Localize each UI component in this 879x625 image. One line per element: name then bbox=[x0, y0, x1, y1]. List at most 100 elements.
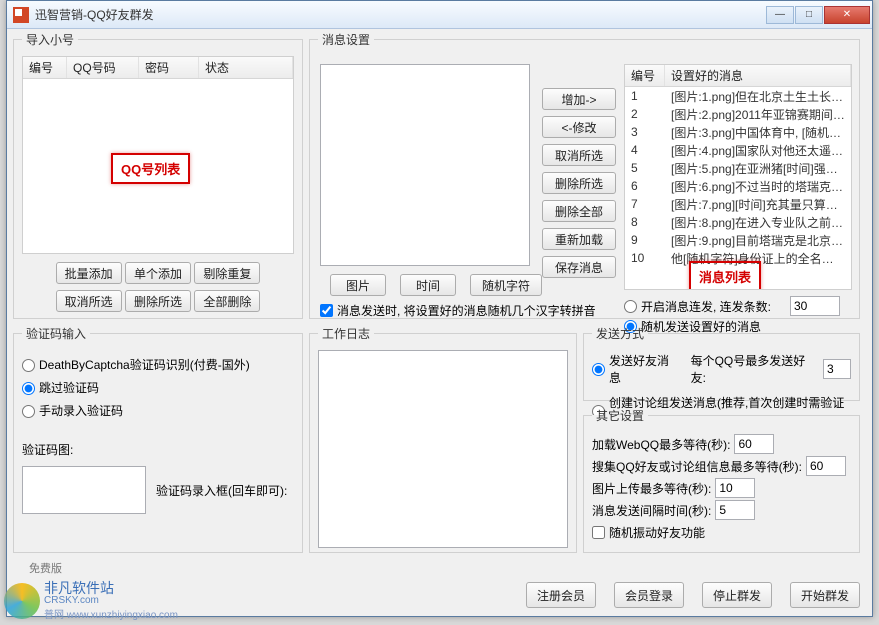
sendmode-group: 发送方式 发送好友消息 每个QQ号最多发送好友: 创建讨论组发送消息(推荐,首次… bbox=[583, 325, 860, 401]
captcha-skip-radio[interactable] bbox=[22, 382, 35, 395]
table-row[interactable]: 3[图片:3.png]中国体育中, [随机… bbox=[625, 123, 851, 141]
msg-row-text: [图片:7.png][时间]充其量只算… bbox=[665, 196, 851, 213]
upload-wait-label: 图片上传最多等待(秒): bbox=[592, 480, 711, 497]
log-group: 工作日志 bbox=[309, 325, 577, 553]
footer: 注册会员 会员登录 停止群发 开始群发 bbox=[526, 582, 860, 608]
table-row[interactable]: 1[图片:1.png]但在北京土生土长… bbox=[625, 87, 851, 105]
captcha-manual-radio[interactable] bbox=[22, 405, 35, 418]
table-row[interactable]: 7[图片:7.png][时间]充其量只算… bbox=[625, 195, 851, 213]
shake-check-label[interactable]: 随机振动好友功能 bbox=[592, 524, 705, 541]
qq-list-overlay: QQ号列表 bbox=[111, 153, 190, 184]
msg-row-no: 10 bbox=[625, 251, 665, 265]
close-button[interactable]: ✕ bbox=[824, 6, 870, 24]
table-row[interactable]: 5[图片:5.png]在亚洲猪[时间]强… bbox=[625, 159, 851, 177]
msg-row-no: 2 bbox=[625, 107, 665, 121]
table-row[interactable]: 6[图片:6.png]不过当时的塔瑞克… bbox=[625, 177, 851, 195]
msg-row-text: [图片:8.png]在进入专业队之前… bbox=[665, 214, 851, 231]
continuous-count-input[interactable] bbox=[790, 296, 840, 316]
table-row[interactable]: 8[图片:8.png]在进入专业队之前… bbox=[625, 213, 851, 231]
collect-wait-label: 搜集QQ好友或讨论组信息最多等待(秒): bbox=[592, 458, 802, 475]
sendmode-legend: 发送方式 bbox=[592, 325, 648, 342]
delete-all-button[interactable]: 全部删除 bbox=[194, 290, 260, 312]
login-button[interactable]: 会员登录 bbox=[614, 582, 684, 608]
unselect-button[interactable]: 取消所选 bbox=[56, 290, 122, 312]
insert-rand-button[interactable]: 随机字符 bbox=[470, 274, 542, 296]
titlebar[interactable]: 迅智营销-QQ好友群发 — □ ✕ bbox=[7, 1, 872, 29]
batch-add-button[interactable]: 批量添加 bbox=[56, 262, 122, 284]
sendmode-friend-label[interactable]: 发送好友消息 bbox=[592, 352, 679, 386]
captcha-legend: 验证码输入 bbox=[22, 325, 90, 342]
message-table[interactable]: 编号 设置好的消息 1[图片:1.png]但在北京土生土长…2[图片:2.png… bbox=[624, 64, 852, 290]
shake-check[interactable] bbox=[592, 526, 605, 539]
msg-row-text: [图片:2.png]2011年亚锦赛期间,… bbox=[665, 106, 851, 123]
convert-pinyin-check-label[interactable]: 消息发送时, 将设置好的消息随机几个汉字转拼音 bbox=[320, 302, 596, 319]
captcha-hint: 验证码录入框(回车即可): bbox=[156, 482, 287, 499]
message-setting-group: 消息设置 增加-> <-修改 取消所选 删除所选 删除全部 重新加载 保存消息 … bbox=[309, 31, 860, 319]
cancel-sel-button[interactable]: 取消所选 bbox=[542, 144, 616, 166]
other-group: 其它设置 加载WebQQ最多等待(秒): 搜集QQ好友或讨论组信息最多等待(秒)… bbox=[583, 407, 860, 553]
msg-row-no: 6 bbox=[625, 179, 665, 193]
message-editor[interactable] bbox=[320, 64, 530, 266]
col-pw[interactable]: 密码 bbox=[139, 57, 199, 78]
msg-row-no: 9 bbox=[625, 233, 665, 247]
table-row[interactable]: 4[图片:4.png]国家队对他还太遥… bbox=[625, 141, 851, 159]
del-sel-button[interactable]: 删除所选 bbox=[542, 172, 616, 194]
add-button[interactable]: 增加-> bbox=[542, 88, 616, 110]
interval-input[interactable] bbox=[715, 500, 755, 520]
captcha-r2-label[interactable]: 跳过验证码 bbox=[22, 379, 294, 396]
upload-wait-input[interactable] bbox=[715, 478, 755, 498]
msg-row-no: 4 bbox=[625, 143, 665, 157]
import-group: 导入小号 编号 QQ号码 密码 状态 QQ号列表 批量添加 单个添加 剔除重复 … bbox=[13, 31, 303, 319]
app-window: 迅智营销-QQ好友群发 — □ ✕ 导入小号 编号 QQ号码 密码 状态 QQ号… bbox=[6, 0, 873, 617]
log-textarea[interactable] bbox=[318, 350, 568, 548]
msg-row-text: [图片:6.png]不过当时的塔瑞克… bbox=[665, 178, 851, 195]
col-qq[interactable]: QQ号码 bbox=[67, 57, 139, 78]
single-add-button[interactable]: 单个添加 bbox=[125, 262, 191, 284]
max-friends-input[interactable] bbox=[823, 359, 851, 379]
window-title: 迅智营销-QQ好友群发 bbox=[35, 6, 765, 23]
del-all-button[interactable]: 删除全部 bbox=[542, 200, 616, 222]
col-no[interactable]: 编号 bbox=[23, 57, 67, 78]
msg-row-no: 5 bbox=[625, 161, 665, 175]
maximize-button[interactable]: □ bbox=[795, 6, 823, 24]
watermark-link: 普网 www.xunzhiyingxiao.com bbox=[44, 606, 178, 621]
sendmode-friend-radio[interactable] bbox=[592, 363, 605, 376]
app-icon bbox=[13, 7, 29, 23]
msg-row-text: [图片:9.png]目前塔瑞克是北京… bbox=[665, 232, 851, 249]
msg-col-no[interactable]: 编号 bbox=[625, 65, 665, 86]
captcha-dbc-radio[interactable] bbox=[22, 359, 35, 372]
modify-button[interactable]: <-修改 bbox=[542, 116, 616, 138]
watermark-main: 非凡软件站 bbox=[44, 581, 178, 595]
remove-dup-button[interactable]: 剔除重复 bbox=[194, 262, 260, 284]
minimize-button[interactable]: — bbox=[766, 6, 794, 24]
continuous-radio-label[interactable]: 开启消息连发, 连发条数: bbox=[624, 298, 771, 315]
message-list-overlay: 消息列表 bbox=[689, 261, 761, 290]
captcha-r1-label[interactable]: DeathByCaptcha验证码识别(付费-国外) bbox=[22, 356, 294, 373]
watermark-icon bbox=[4, 583, 40, 619]
reload-button[interactable]: 重新加载 bbox=[542, 228, 616, 250]
table-row[interactable]: 9[图片:9.png]目前塔瑞克是北京… bbox=[625, 231, 851, 249]
msg-row-text: [图片:3.png]中国体育中, [随机… bbox=[665, 124, 851, 141]
collect-wait-input[interactable] bbox=[806, 456, 846, 476]
qq-table[interactable]: 编号 QQ号码 密码 状态 QQ号列表 bbox=[22, 56, 294, 254]
webqq-wait-input[interactable] bbox=[734, 434, 774, 454]
log-legend: 工作日志 bbox=[318, 325, 374, 342]
captcha-image bbox=[22, 466, 146, 514]
start-send-button[interactable]: 开始群发 bbox=[790, 582, 860, 608]
save-button[interactable]: 保存消息 bbox=[542, 256, 616, 278]
msg-row-no: 7 bbox=[625, 197, 665, 211]
captcha-r3-label[interactable]: 手动录入验证码 bbox=[22, 402, 294, 419]
watermark: 非凡软件站 CRSKY.com 普网 www.xunzhiyingxiao.co… bbox=[4, 581, 178, 621]
msg-row-no: 3 bbox=[625, 125, 665, 139]
delete-selected-button[interactable]: 删除所选 bbox=[125, 290, 191, 312]
register-button[interactable]: 注册会员 bbox=[526, 582, 596, 608]
stop-send-button[interactable]: 停止群发 bbox=[702, 582, 772, 608]
msg-col-body[interactable]: 设置好的消息 bbox=[665, 65, 851, 86]
insert-pic-button[interactable]: 图片 bbox=[330, 274, 386, 296]
msg-row-no: 8 bbox=[625, 215, 665, 229]
table-row[interactable]: 2[图片:2.png]2011年亚锦赛期间,… bbox=[625, 105, 851, 123]
convert-pinyin-check[interactable] bbox=[320, 304, 333, 317]
continuous-radio[interactable] bbox=[624, 300, 637, 313]
insert-time-button[interactable]: 时间 bbox=[400, 274, 456, 296]
col-status[interactable]: 状态 bbox=[199, 57, 293, 78]
